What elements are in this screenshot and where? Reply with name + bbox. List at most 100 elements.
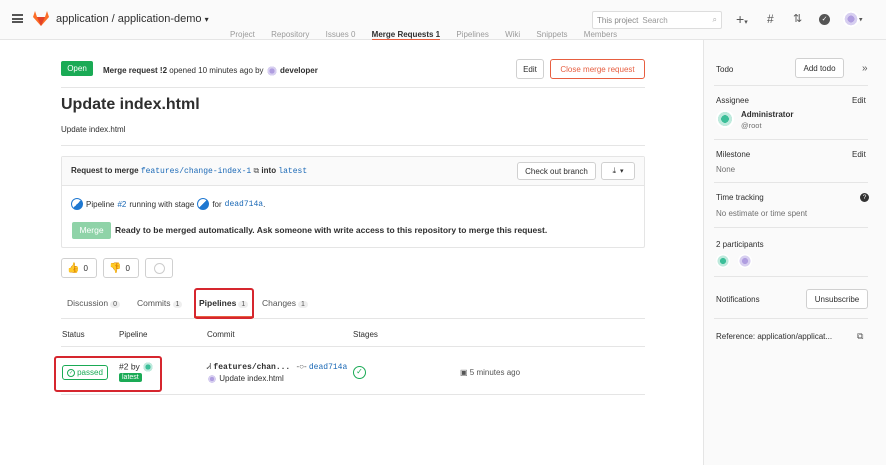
- stage-passed-icon[interactable]: ✓: [353, 366, 366, 379]
- mr-title: Update index.html: [61, 96, 200, 113]
- mr-reference: Merge request !2: [103, 66, 168, 76]
- pipeline-prefix: Pipeline: [86, 199, 115, 209]
- pipeline-status-line: Pipeline #2 running with stage for dead7…: [71, 198, 265, 210]
- sidebar-divider-6: [714, 318, 868, 319]
- thumbsup-count: 0: [83, 263, 88, 273]
- mr-description: Update index.html: [61, 125, 126, 134]
- participant-avatar-admin[interactable]: [716, 254, 730, 268]
- assignee-name[interactable]: Administrator: [741, 110, 793, 119]
- reference-label: Reference: application/applicat...: [716, 332, 833, 341]
- subnav-project[interactable]: Project: [230, 30, 255, 39]
- commit-sha-link[interactable]: dead714a: [225, 200, 263, 209]
- column-commit: Commit: [207, 330, 235, 339]
- request-to-merge: Request to merge features/change-index-1…: [71, 166, 307, 176]
- user-avatar-icon[interactable]: ▾: [843, 11, 863, 27]
- mr-opened-text: opened 10 minutes ago by: [169, 66, 264, 76]
- calendar-icon: ▣: [460, 368, 468, 377]
- mr-author[interactable]: developer: [280, 66, 318, 75]
- mr-status-badge: Open: [61, 61, 93, 76]
- thumbsup-icon: 👍: [67, 262, 80, 274]
- column-status: Status: [62, 330, 85, 339]
- pipeline-link[interactable]: #2: [117, 200, 126, 209]
- thumbsup-award-button[interactable]: 👍 0: [61, 258, 97, 278]
- commit-icon: -○-: [296, 362, 307, 371]
- download-dropdown-button[interactable]: ⤓ ▾: [601, 162, 635, 180]
- developer-avatar[interactable]: [265, 65, 278, 77]
- column-pipeline: Pipeline: [119, 330, 148, 339]
- todos-icon[interactable]: ✓: [819, 14, 830, 25]
- assignee-avatar[interactable]: [716, 110, 734, 128]
- gitlab-logo-icon[interactable]: [32, 10, 50, 27]
- pipeline-for: for: [212, 199, 222, 209]
- milestone-label: Milestone: [716, 150, 751, 159]
- copy-branch-icon[interactable]: ⧉: [253, 166, 259, 175]
- merge-message: Ready to be merged automatically. Ask so…: [115, 225, 548, 235]
- pipeline-time: ▣ 5 minutes ago: [460, 368, 520, 377]
- merge-requests-icon[interactable]: ⇅: [793, 12, 802, 25]
- collapse-sidebar-icon[interactable]: »: [862, 63, 868, 74]
- subnav-pipelines[interactable]: Pipelines: [456, 30, 488, 39]
- commit-title-line: Update index.html: [207, 374, 284, 384]
- source-branch[interactable]: features/change-index-1: [141, 167, 251, 176]
- tab-changes[interactable]: Changes 1: [262, 298, 308, 308]
- search-box[interactable]: This project Search ⌕: [592, 11, 722, 29]
- subnav-wiki[interactable]: Wiki: [505, 30, 520, 39]
- commit-branch: Ꮧ features/chan... -○- dead714a: [207, 362, 347, 372]
- thumbsdown-count: 0: [125, 263, 130, 273]
- pipeline-row-highlight: [54, 356, 162, 392]
- request-prefix: Request to merge: [71, 166, 139, 175]
- branch-icon: Ꮧ: [207, 362, 212, 371]
- thumbsdown-icon: 👎: [109, 262, 122, 274]
- tab-discussion[interactable]: Discussion 0: [67, 298, 121, 308]
- project-subnav: Project Repository Issues 0 Merge Reques…: [230, 30, 631, 40]
- edit-button[interactable]: Edit: [516, 59, 544, 79]
- column-stages: Stages: [353, 330, 378, 339]
- issues-icon[interactable]: #: [767, 12, 774, 26]
- help-icon[interactable]: ?: [860, 193, 869, 202]
- merge-button[interactable]: Merge: [72, 222, 111, 239]
- assignee-username: @root: [741, 121, 762, 130]
- sha-link[interactable]: dead714a: [309, 363, 347, 372]
- close-merge-request-button[interactable]: Close merge request: [550, 59, 645, 79]
- search-input[interactable]: Search: [642, 16, 667, 25]
- period: .: [263, 199, 266, 209]
- milestone-value: None: [716, 165, 736, 174]
- running-status-icon[interactable]: [71, 198, 83, 210]
- notifications-label: Notifications: [716, 295, 760, 304]
- description-divider: [61, 145, 645, 146]
- search-icon: ⌕: [712, 15, 717, 24]
- new-dropdown-icon[interactable]: +▾: [736, 11, 748, 27]
- time-tracking-label: Time tracking: [716, 193, 764, 202]
- milestone-edit-link[interactable]: Edit: [852, 150, 866, 159]
- project-breadcrumb[interactable]: application / application-demo ▾: [56, 13, 209, 25]
- target-branch[interactable]: latest: [278, 167, 307, 176]
- hamburger-menu-icon[interactable]: [12, 14, 23, 23]
- thumbsdown-award-button[interactable]: 👎 0: [103, 258, 139, 278]
- pipeline-status-text: running with stage: [129, 199, 195, 209]
- commit-title[interactable]: Update index.html: [219, 374, 283, 383]
- unsubscribe-button[interactable]: Unsubscribe: [806, 289, 868, 309]
- todo-label: Todo: [716, 65, 734, 74]
- add-reaction-button[interactable]: [145, 258, 173, 278]
- commit-author-avatar[interactable]: [207, 374, 217, 384]
- sidebar-divider-2: [714, 139, 868, 140]
- check-out-branch-button[interactable]: Check out branch: [517, 162, 596, 180]
- subnav-members[interactable]: Members: [584, 30, 617, 39]
- subnav-repository[interactable]: Repository: [271, 30, 309, 39]
- branch-link[interactable]: features/chan...: [213, 363, 290, 372]
- time-tracking-value: No estimate or time spent: [716, 209, 808, 218]
- pipelines-tab-highlight: [194, 288, 254, 319]
- into-label: into: [261, 166, 277, 175]
- table-bottom-divider: [61, 394, 645, 395]
- subnav-snippets[interactable]: Snippets: [536, 30, 567, 39]
- copy-reference-icon[interactable]: ⧉: [857, 331, 863, 342]
- subnav-merge-requests[interactable]: Merge Requests 1: [371, 30, 441, 40]
- tab-commits[interactable]: Commits 1: [137, 298, 183, 308]
- assignee-edit-link[interactable]: Edit: [852, 96, 866, 105]
- subnav-issues[interactable]: Issues 0: [326, 30, 356, 39]
- add-todo-button[interactable]: Add todo: [795, 58, 844, 78]
- participant-avatar-developer[interactable]: [738, 254, 752, 268]
- search-scope: This project: [597, 16, 639, 25]
- time-text: 5 minutes ago: [469, 368, 521, 377]
- stage-status-icon[interactable]: [197, 198, 210, 210]
